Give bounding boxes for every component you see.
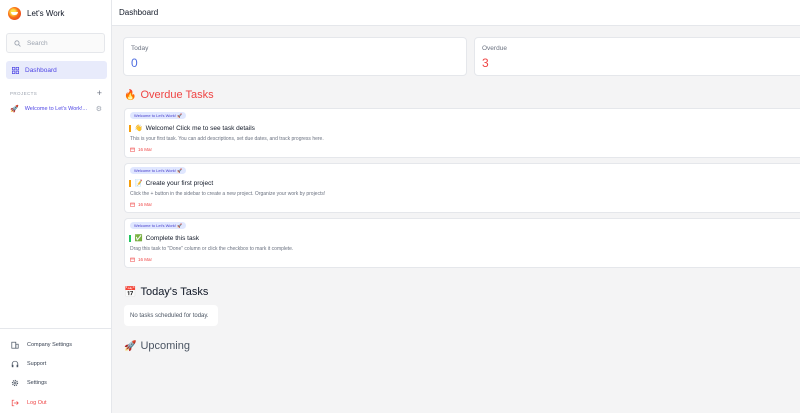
company-settings-link[interactable]: Company Settings [11, 341, 72, 349]
wave-icon: 👋 [134, 125, 143, 132]
settings-link[interactable]: Settings [11, 379, 47, 387]
building-icon [11, 341, 19, 349]
stat-label-today: Today [131, 45, 149, 52]
task-title: 👋 Welcome! Click me to see task details [129, 124, 255, 132]
support-label: Support [27, 361, 47, 367]
calendar-icon [130, 202, 135, 207]
sidebar-item-dashboard[interactable]: Dashboard [6, 61, 107, 79]
fire-icon: 🔥 [124, 89, 137, 101]
task-card[interactable]: Welcome to Let's Work! 🚀 📝 Create your f… [124, 163, 800, 213]
priority-indicator [129, 234, 131, 242]
stat-value-overdue: 3 [482, 56, 489, 70]
projects-label: PROJECTS [10, 90, 38, 96]
stat-value-today: 0 [131, 56, 138, 70]
calendar-icon: 📅 [124, 286, 137, 298]
gear-icon [11, 379, 19, 387]
check-mark-icon: ✅ [134, 235, 143, 242]
project-tag: Welcome to Let's Work! 🚀 [130, 222, 187, 229]
search-input[interactable] [27, 39, 97, 47]
overdue-title-text: Overdue Tasks [140, 89, 214, 101]
top-bar: Dashboard [112, 0, 800, 26]
task-title-text: Create your first project [145, 179, 214, 187]
headset-icon [11, 360, 19, 368]
task-title-text: Complete this task [145, 234, 200, 242]
task-due-date: 16 Mar [130, 257, 152, 262]
rocket-icon: 🚀 [10, 106, 19, 113]
calendar-icon [130, 257, 135, 262]
logout-link[interactable]: Log Out [11, 399, 47, 407]
sidebar-bottom-nav: Company Settings Support Settings Log Ou… [0, 328, 112, 407]
task-description: Click the + button in the sidebar to cre… [130, 191, 326, 197]
due-date-text: 16 Mar [138, 202, 153, 207]
page-title: Dashboard [119, 8, 159, 17]
app-logo-icon [8, 6, 21, 20]
dashboard-grid-icon [12, 66, 19, 74]
upcoming-title-text: Upcoming [140, 340, 190, 352]
logout-icon [11, 399, 19, 407]
memo-icon: 📝 [134, 180, 143, 187]
rocket-icon: 🚀 [124, 340, 137, 352]
task-description: This is your first task. You can add des… [130, 136, 324, 142]
logout-label: Log Out [27, 400, 47, 406]
sidebar-item-label: Dashboard [25, 66, 57, 74]
sidebar-project-item[interactable]: 🚀 Welcome to Let's Work!... ⚙ [10, 105, 102, 113]
calendar-icon [130, 147, 135, 152]
priority-indicator [129, 124, 131, 132]
company-settings-label: Company Settings [27, 342, 72, 348]
sidebar: Let's Work Dashboard PROJECTS + 🚀 Welcom… [0, 0, 112, 413]
stat-card-overdue[interactable]: Overdue 3 [474, 37, 800, 76]
project-tag: Welcome to Let's Work! 🚀 [130, 167, 187, 174]
task-due-date: 16 Mar [130, 147, 152, 152]
task-card[interactable]: Welcome to Let's Work! 🚀 👋 Welcome! Clic… [124, 108, 800, 158]
task-due-date: 16 Mar [130, 202, 152, 207]
brand[interactable]: Let's Work [8, 5, 64, 21]
task-card[interactable]: Welcome to Let's Work! 🚀 ✅ Complete this… [124, 218, 800, 268]
search-icon [14, 39, 21, 47]
stat-card-today[interactable]: Today 0 [123, 37, 467, 76]
search-box[interactable] [6, 33, 105, 53]
today-section-title: 📅 Today's Tasks [124, 286, 208, 298]
overdue-section-title: 🔥 Overdue Tasks [124, 89, 214, 101]
stat-label-overdue: Overdue [482, 45, 507, 52]
task-description: Drag this task to "Done" column or click… [130, 246, 294, 252]
project-settings-gear-icon[interactable]: ⚙ [96, 105, 102, 113]
project-name: Welcome to Let's Work!... [24, 106, 88, 112]
projects-header: PROJECTS + [10, 89, 102, 98]
today-empty-state: No tasks scheduled for today. [124, 305, 218, 326]
task-title: ✅ Complete this task [129, 234, 199, 242]
support-link[interactable]: Support [11, 360, 46, 368]
app-name: Let's Work [27, 8, 65, 18]
settings-label: Settings [27, 380, 47, 386]
priority-indicator [129, 179, 131, 187]
add-project-button[interactable]: + [97, 89, 102, 98]
today-title-text: Today's Tasks [140, 286, 209, 298]
task-title: 📝 Create your first project [129, 179, 213, 187]
upcoming-section-title: 🚀 Upcoming [124, 340, 190, 352]
due-date-text: 16 Mar [138, 147, 153, 152]
due-date-text: 16 Mar [138, 257, 153, 262]
project-tag: Welcome to Let's Work! 🚀 [130, 112, 187, 119]
task-title-text: Welcome! Click me to see task details [145, 124, 255, 132]
